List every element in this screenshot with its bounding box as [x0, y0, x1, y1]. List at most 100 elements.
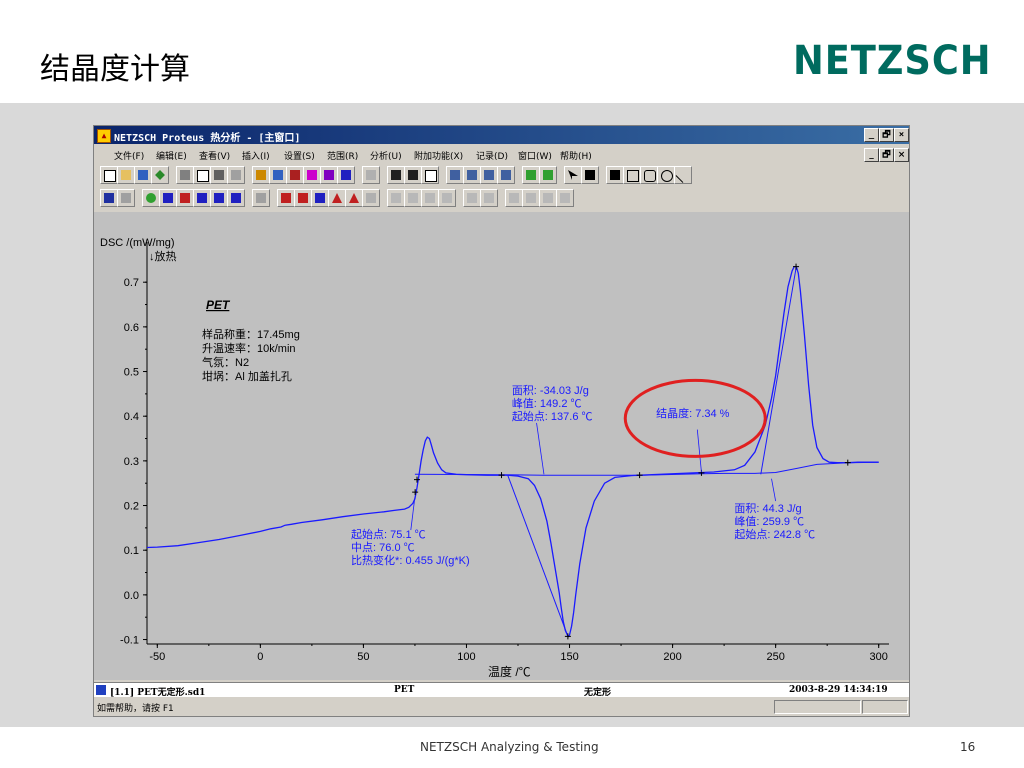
table-icon[interactable]	[303, 166, 321, 184]
peak-area-icon[interactable]	[210, 189, 228, 207]
annotation-melt-line: 起始点: 242.8 ℃	[734, 527, 815, 541]
x-tick-label: 200	[663, 651, 681, 663]
pointer-icon[interactable]	[564, 166, 582, 184]
menu-extras[interactable]: 附加功能(X)	[414, 149, 463, 162]
data-icon[interactable]	[522, 166, 540, 184]
footer-company: NETZSCH Analyzing & Testing	[420, 740, 599, 754]
x-tick-label: 50	[357, 651, 369, 663]
status-file: [1.1] PET无定形.sd1	[110, 688, 206, 698]
toolbar-main	[96, 166, 726, 186]
curve-tool-2-icon[interactable]	[463, 166, 481, 184]
zoom-box-icon[interactable]	[421, 166, 439, 184]
print-icon[interactable]	[210, 166, 228, 184]
y-tick-label: 0.4	[124, 411, 139, 423]
text-tool-icon[interactable]	[606, 166, 624, 184]
peak-onset-icon[interactable]	[193, 189, 211, 207]
ellipse-tool-icon[interactable]	[657, 166, 675, 184]
analysis-2-icon[interactable]	[117, 189, 135, 207]
y-tick-label: 0.1	[124, 545, 139, 557]
menu-settings[interactable]: 设置(S)	[284, 149, 315, 162]
disabled-3-icon	[421, 189, 439, 207]
import-icon[interactable]	[134, 166, 152, 184]
peak-triangle-icon[interactable]	[328, 189, 346, 207]
step-icon[interactable]	[277, 189, 295, 207]
curve-marker	[636, 472, 643, 479]
menu-analysis[interactable]: 分析(U)	[370, 149, 402, 162]
new-file-icon[interactable]	[100, 166, 118, 184]
peak-triangle-2-icon[interactable]	[345, 189, 363, 207]
baseline-line	[760, 266, 797, 475]
x-axis-label: 温度 /℃	[488, 664, 531, 679]
undo-icon[interactable]	[252, 189, 270, 207]
peak-red-icon[interactable]	[176, 189, 194, 207]
mass-change-icon[interactable]	[311, 189, 329, 207]
cross-icon[interactable]	[362, 166, 380, 184]
disabled-7-icon	[505, 189, 523, 207]
menu-window[interactable]: 窗口(W)	[518, 149, 552, 162]
annotation-melt-line: 面积: 44.3 J/g	[734, 502, 801, 515]
peak-partial-icon[interactable]	[227, 189, 245, 207]
axis-icon[interactable]	[252, 166, 270, 184]
leader-line-crys	[696, 429, 702, 473]
gear-icon[interactable]	[142, 189, 160, 207]
sample-name: PET	[206, 298, 231, 312]
baseline-icon[interactable]	[362, 189, 380, 207]
curve-tool-1-icon[interactable]	[446, 166, 464, 184]
zoom-y-icon[interactable]	[404, 166, 422, 184]
y-tick-label: 0.2	[124, 501, 139, 513]
window-title: NETZSCH Proteus 热分析 - [主窗口]	[114, 133, 301, 144]
doc-close-button[interactable]: ×	[894, 148, 909, 162]
curve-tool-3-icon[interactable]	[480, 166, 498, 184]
menu-file[interactable]: 文件(F)	[114, 149, 144, 162]
sample-info-line: 坩埚：Al 加盖扎孔	[202, 369, 292, 383]
y-tick-label: -0.1	[120, 635, 139, 647]
zoom-x-icon[interactable]	[387, 166, 405, 184]
status-box-1	[774, 700, 861, 714]
dsc-chart: -0.1 0.0 0.1 0.2 0.3 0.4 0.5 0.6 0.7 -50 0 50 100 150…	[100, 237, 889, 679]
status-datetime: 2003-8-29 14:34:19	[789, 685, 888, 695]
analysis-1-icon[interactable]	[100, 189, 118, 207]
menu-help[interactable]: 帮助(H)	[560, 149, 592, 162]
dsc-curve	[146, 265, 879, 638]
report-icon[interactable]	[539, 166, 557, 184]
x-tick-label: 150	[560, 651, 578, 663]
status-bar: [1.1] PET无定形.sd1 PET 无定形 2003-8-29 14:34…	[94, 682, 909, 698]
menu-insert[interactable]: 插入(I)	[242, 149, 270, 162]
curve-marker	[498, 472, 505, 479]
x-tick-label: 300	[870, 651, 888, 663]
sample-info-line: 样品称重：17.45mg	[202, 327, 300, 341]
peaks-icon[interactable]	[337, 166, 355, 184]
roundrect-tool-icon[interactable]	[640, 166, 658, 184]
annotation-glass-line: 起始点: 75.1 ℃	[351, 527, 426, 541]
curve-icon[interactable]	[286, 166, 304, 184]
rect-tool-icon[interactable]	[623, 166, 641, 184]
restore-button[interactable]: 🗗	[879, 128, 894, 142]
disabled-10-icon	[556, 189, 574, 207]
export-icon[interactable]	[227, 166, 245, 184]
legend-icon[interactable]	[320, 166, 338, 184]
diamond-icon[interactable]	[151, 166, 169, 184]
grid-icon[interactable]	[269, 166, 287, 184]
layers-icon[interactable]	[176, 166, 194, 184]
glass-transition-icon[interactable]	[294, 189, 312, 207]
menu-edit[interactable]: 编辑(E)	[156, 149, 187, 162]
curve-tool-4-icon[interactable]	[497, 166, 515, 184]
minimize-button[interactable]: _	[864, 128, 879, 142]
x-tick-label: 0	[257, 651, 263, 663]
help-pointer-icon[interactable]	[581, 166, 599, 184]
y-tick-label: 0.7	[124, 277, 139, 289]
disabled-8-icon	[522, 189, 540, 207]
open-folder-icon[interactable]	[117, 166, 135, 184]
line-tool-icon[interactable]	[674, 166, 692, 184]
print-preview-icon[interactable]	[193, 166, 211, 184]
status-state: 无定形	[584, 688, 612, 698]
close-button[interactable]: ×	[894, 128, 909, 142]
menu-range[interactable]: 范围(R)	[327, 149, 358, 162]
doc-restore-button[interactable]: 🗗	[879, 148, 894, 162]
annotation-crys-line: 结晶度: 7.34 %	[656, 406, 730, 420]
menu-view[interactable]: 查看(V)	[199, 149, 230, 162]
menu-record[interactable]: 记录(D)	[476, 149, 508, 162]
plot-area[interactable]: -0.1 0.0 0.1 0.2 0.3 0.4 0.5 0.6 0.7 -50 0 50 100 150…	[94, 212, 909, 680]
peak-blue-icon[interactable]	[159, 189, 177, 207]
doc-minimize-button[interactable]: _	[864, 148, 879, 162]
